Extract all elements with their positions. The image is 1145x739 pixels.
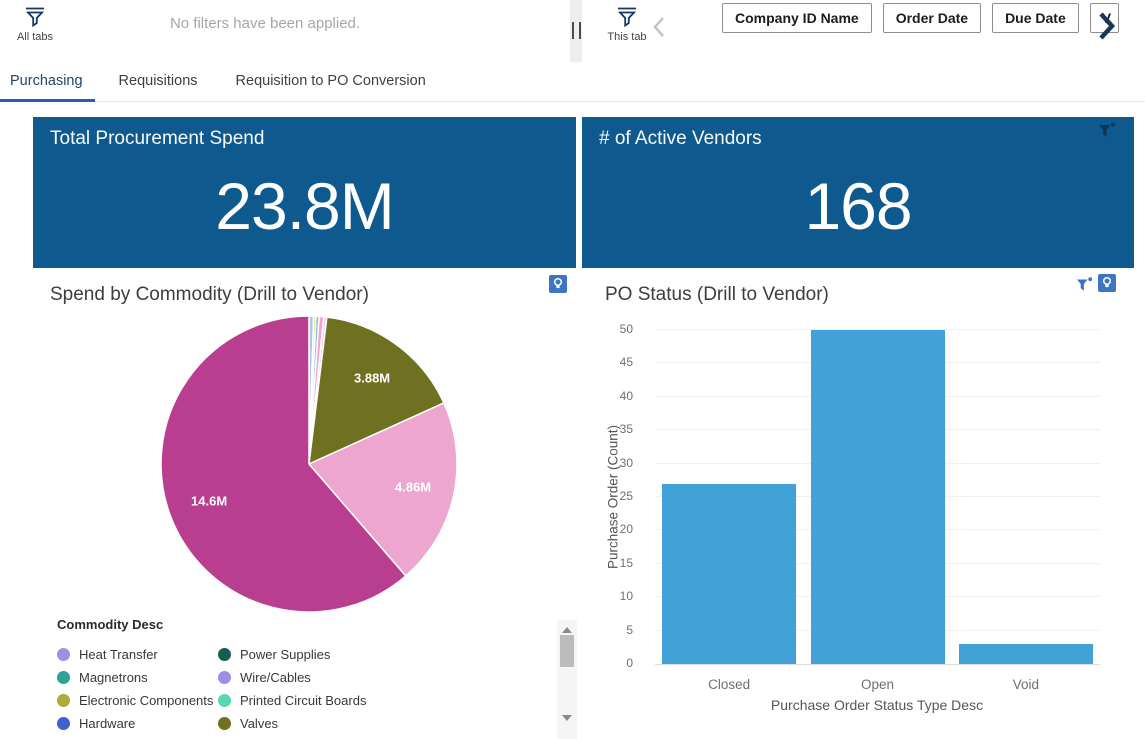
y-tick-label: 10 [607, 589, 633, 603]
bar-panel-title: PO Status (Drill to Vendor) [605, 284, 829, 306]
tab-bar: Purchasing Requisitions Requisition to PO … [0, 62, 1145, 102]
filter-applied-icon[interactable] [1098, 122, 1116, 143]
bar-open[interactable] [811, 330, 945, 664]
legend-item-wire-cables[interactable]: Wire/Cables [218, 666, 366, 689]
legend-label: Electronic Components [79, 693, 213, 708]
x-tick-label-open: Open [818, 677, 938, 692]
scroll-up-arrow-icon[interactable] [562, 627, 572, 633]
y-tick-label: 0 [607, 656, 633, 670]
this-tab-label: This tab [607, 31, 646, 43]
y-tick-label: 25 [607, 489, 633, 503]
legend-swatch-icon [218, 694, 231, 707]
tab-requisition-to-po-conversion[interactable]: Requisition to PO Conversion [222, 62, 440, 101]
legend-title: Commodity Desc [57, 617, 163, 632]
bar-x-axis-label: Purchase Order Status Type Desc [697, 697, 1057, 713]
all-tabs-label: All tabs [17, 31, 53, 43]
legend-label: Magnetrons [79, 670, 148, 685]
x-tick-label-closed: Closed [669, 677, 789, 692]
filter-chip-row: Company ID NameOrder DateDue DateV [722, 3, 1119, 33]
legend-item-magnetrons[interactable]: Magnetrons [57, 666, 213, 689]
lightbulb-icon [549, 281, 567, 296]
chevron-left-icon [651, 27, 667, 42]
legend-item-valves[interactable]: Valves [218, 712, 366, 735]
y-tick-label: 30 [607, 456, 633, 470]
legend-label: Hardware [79, 716, 135, 731]
legend-label: Printed Circuit Boards [240, 693, 366, 708]
filter-chip-order-date[interactable]: Order Date [883, 3, 981, 33]
pie-chart [161, 316, 459, 614]
chips-scroll-right-button[interactable] [1094, 9, 1118, 46]
kpi-value: 23.8M [33, 143, 576, 268]
legend-column: Heat Transfer Magnetrons Electronic Compon… [57, 643, 213, 735]
legend-label: Heat Transfer [79, 647, 158, 662]
splitter-handle-icon [572, 22, 581, 39]
y-tick-label: 5 [607, 623, 633, 637]
no-filters-message: No filters have been applied. [150, 15, 380, 32]
filter-icon [615, 5, 639, 30]
scrollbar-thumb[interactable] [560, 635, 574, 667]
gridline [655, 664, 1100, 665]
kpi-card-total-procurement-spend: Total Procurement Spend 23.8M [33, 117, 576, 268]
this-tab-filter-button[interactable]: This tab [605, 5, 649, 43]
legend-label: Power Supplies [240, 647, 330, 662]
bar-insight-button[interactable] [1098, 274, 1116, 292]
lightbulb-icon [1098, 280, 1116, 295]
chevron-right-icon [1094, 31, 1118, 46]
legend-swatch-icon [218, 648, 231, 661]
legend-scrollbar[interactable] [557, 620, 577, 739]
bar-filter-applied-button[interactable] [1076, 277, 1093, 292]
y-tick-label: 15 [607, 556, 633, 570]
chips-scroll-left-button[interactable] [651, 15, 667, 42]
y-tick-label: 20 [607, 522, 633, 536]
legend-item-printed-circuit-boards[interactable]: Printed Circuit Boards [218, 689, 366, 712]
legend-swatch-icon [57, 717, 70, 730]
kpi-card-active-vendors: # of Active Vendors 168 [582, 117, 1134, 268]
filter-icon [23, 5, 47, 30]
tab-requisitions[interactable]: Requisitions [105, 62, 212, 101]
bar-closed[interactable] [662, 484, 796, 664]
legend-item-hardware[interactable]: Hardware [57, 712, 213, 735]
all-tabs-filter-button[interactable]: All tabs [12, 5, 58, 43]
x-tick-label-void: Void [966, 677, 1086, 692]
legend-label: Valves [240, 716, 278, 731]
tab-purchasing[interactable]: Purchasing [0, 62, 95, 101]
legend-swatch-icon [57, 694, 70, 707]
legend-column: Power Supplies Wire/Cables Printed Circuit… [218, 643, 366, 735]
legend-item-electronic-components[interactable]: Electronic Components [57, 689, 213, 712]
filter-chip-company-id-name[interactable]: Company ID Name [722, 3, 872, 33]
bar-void[interactable] [959, 644, 1093, 664]
scroll-down-arrow-icon[interactable] [562, 715, 572, 721]
kpi-value: 168 [582, 143, 1134, 268]
legend-swatch-icon [57, 648, 70, 661]
filter-bar: All tabs No filters have been applied. T… [0, 0, 1145, 63]
y-tick-label: 40 [607, 389, 633, 403]
y-tick-label: 45 [607, 355, 633, 369]
filter-chip-due-date[interactable]: Due Date [992, 3, 1079, 33]
y-tick-label: 50 [607, 322, 633, 336]
pie-panel-title: Spend by Commodity (Drill to Vendor) [50, 284, 369, 306]
legend-swatch-icon [57, 671, 70, 684]
dashboard-canvas: All tabs No filters have been applied. T… [0, 0, 1145, 739]
legend-swatch-icon [218, 671, 231, 684]
legend-item-power-supplies[interactable]: Power Supplies [218, 643, 366, 666]
y-tick-label: 35 [607, 422, 633, 436]
pie-insight-button[interactable] [549, 275, 567, 293]
bar-plot-area [655, 330, 1100, 664]
legend-swatch-icon [218, 717, 231, 730]
legend-item-heat-transfer[interactable]: Heat Transfer [57, 643, 213, 666]
filter-icon [1076, 280, 1093, 295]
filter-bar-splitter[interactable] [570, 0, 582, 62]
legend-label: Wire/Cables [240, 670, 311, 685]
